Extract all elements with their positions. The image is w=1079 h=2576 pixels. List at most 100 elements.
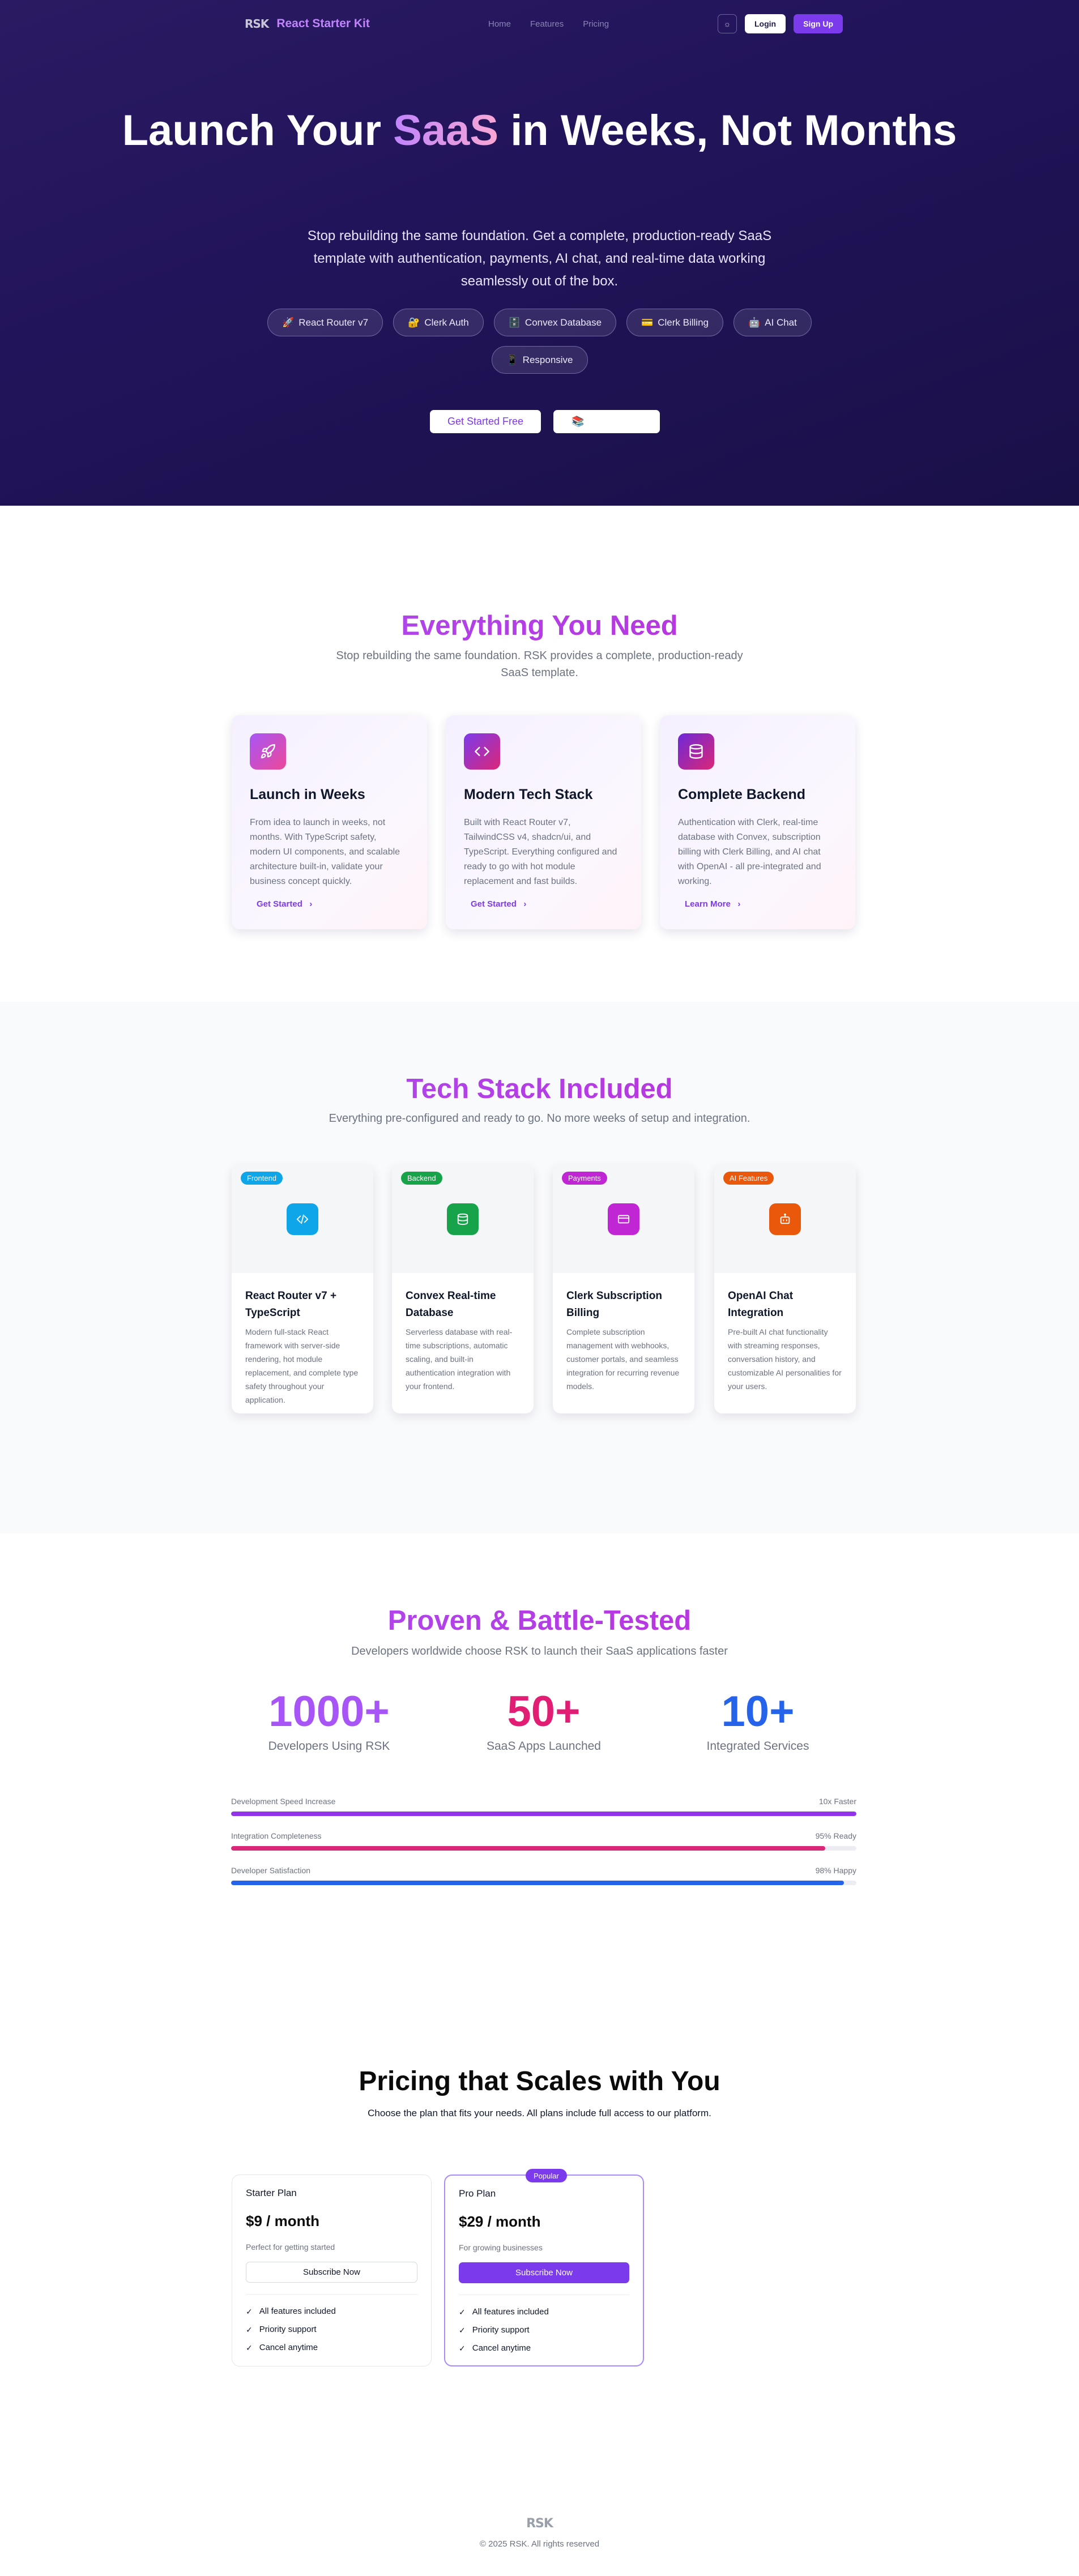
stat-value: 10+ (721, 1688, 795, 1736)
tech-desc: Complete subscription management with we… (566, 1327, 680, 1391)
plan-feature-label: Priority support (259, 2325, 317, 2334)
signup-button[interactable]: Sign Up (794, 14, 843, 33)
brand-logo[interactable]: RSK React Starter Kit (245, 17, 370, 31)
logo-mark: RSK (245, 17, 269, 31)
check-icon: ✓ (459, 2308, 466, 2317)
stat-label: Developers Using RSK (268, 1740, 390, 1753)
footer: RSK © 2025 RSK. All rights reserved (0, 2417, 1079, 2576)
tech-title: Tech Stack Included (0, 1072, 1079, 1106)
progress-track (231, 1812, 856, 1816)
feature-link[interactable]: Get Started › (471, 899, 526, 909)
login-button[interactable]: Login (745, 14, 786, 33)
hero-subtitle: Stop rebuilding the same foundation. Get… (307, 228, 772, 289)
chip-label: Responsive (522, 354, 573, 365)
copyright: © 2025 RSK. All rights reserved (479, 2539, 600, 2549)
proven-subtitle: Developers worldwide choose RSK to launc… (351, 1645, 728, 1657)
feature-card: Modern Tech Stack Built with React Route… (446, 715, 641, 929)
tech-desc: Serverless database with real-time subsc… (406, 1327, 513, 1391)
plan-card-starter: Starter Plan $9 / month Perfect for gett… (232, 2175, 432, 2366)
footer-logo[interactable]: RSK (0, 2517, 1079, 2531)
plan-card-pro: Popular Pro Plan $29 / month For growing… (444, 2169, 644, 2366)
tech-chips: 🚀 React Router v7 🔐 Clerk Auth 🗄️ Convex Da… (256, 309, 823, 374)
top-nav: RSK React Starter Kit Home Features Pric… (245, 14, 843, 34)
plan-feature-label: Cancel anytime (472, 2343, 531, 2353)
chevron-right-icon: › (305, 899, 313, 909)
chip-ai-chat: 🤖 AI Chat (733, 309, 812, 336)
database-icon: 🗄️ (508, 317, 521, 328)
plan-name: Starter Plan (246, 2188, 297, 2198)
rocket-icon: 🚀 (282, 317, 295, 328)
progress-value: 95% Ready (815, 1831, 856, 1840)
plan-name: Pro Plan (459, 2188, 496, 2199)
feature-card: Launch in Weeks From idea to launch in w… (232, 715, 427, 929)
hero-ctas: Get Started Free 📚 (430, 410, 660, 433)
chip-convex: 🗄️ Convex Database (493, 309, 617, 336)
progress-fill (231, 1812, 856, 1816)
stat-value: 50+ (507, 1688, 581, 1736)
nav-link-features[interactable]: Features (530, 19, 564, 29)
stat: 50+ SaaS Apps Launched (430, 1686, 657, 1753)
get-started-button[interactable]: Get Started Free (430, 410, 541, 433)
robot-icon: 🤖 (748, 317, 761, 328)
nav-link-pricing[interactable]: Pricing (583, 19, 609, 29)
credit-card-icon: 💳 (641, 317, 654, 328)
feature-link-label: Learn More (685, 899, 731, 909)
plan-feature: ✓ All features included (246, 2302, 417, 2321)
progress-row: Development Speed Increase 10x Faster (231, 1797, 856, 1816)
theme-toggle-button[interactable]: ☼ (718, 14, 737, 33)
plan-feature: ✓ Cancel anytime (459, 2339, 629, 2357)
tech-badge: Backend (401, 1172, 442, 1185)
progress-row: Integration Completeness 95% Ready (231, 1831, 856, 1851)
tech-card: Frontend React Router v7 + TypeScript Mo… (232, 1165, 373, 1413)
tech-desc: Modern full-stack React framework with s… (245, 1327, 359, 1404)
chip-clerk-auth: 🔐 Clerk Auth (393, 309, 484, 336)
feature-desc: Authentication with Clerk, real-time dat… (678, 818, 821, 886)
feature-name: Launch in Weeks (250, 787, 365, 802)
progress-label: Developer Satisfaction (231, 1866, 311, 1875)
progress-label: Development Speed Increase (231, 1797, 336, 1806)
pricing-subtitle: Choose the plan that fits your needs. Al… (368, 2108, 711, 2118)
plan-feature-label: All features included (472, 2307, 549, 2317)
stat-value: 1000+ (268, 1688, 390, 1736)
feature-link[interactable]: Learn More › (685, 899, 740, 909)
feature-name: Modern Tech Stack (464, 787, 593, 802)
tech-badge: AI Features (723, 1172, 774, 1185)
chip-label: AI Chat (765, 317, 797, 328)
credit-card-icon (608, 1203, 639, 1235)
chip-label: React Router v7 (298, 317, 369, 328)
stat-label: Integrated Services (706, 1740, 809, 1753)
stat-label: SaaS Apps Launched (486, 1740, 601, 1753)
check-icon: ✓ (246, 2307, 253, 2316)
code-icon (464, 733, 500, 770)
proven-section: Proven & Battle-Tested Developers worldw… (0, 1533, 1079, 1988)
plan-price: $29 / month (459, 2213, 541, 2230)
feature-desc: From idea to launch in weeks, not months… (250, 818, 400, 886)
docs-button[interactable]: 📚 (553, 410, 660, 433)
plan-desc: Perfect for getting started (246, 2242, 335, 2252)
chip-clerk-billing: 💳 Clerk Billing (626, 309, 723, 336)
subscribe-button[interactable]: Subscribe Now (459, 2262, 629, 2283)
database-icon (447, 1203, 479, 1235)
hero-title: Launch Your SaaS in Weeks, Not Months (0, 105, 1079, 156)
hero-title-accent: SaaS (393, 106, 499, 155)
progress-track (231, 1881, 856, 1885)
nav-links: Home Features Pricing (488, 19, 609, 29)
hero-title-after: in Weeks, Not Months (498, 106, 957, 155)
feature-link-label: Get Started (257, 899, 302, 909)
brand-name: React Starter Kit (276, 17, 370, 30)
tech-card-header: Backend (392, 1165, 534, 1273)
bot-icon (769, 1203, 801, 1235)
tech-card-header: Payments (553, 1165, 694, 1273)
sun-icon: ☼ (723, 19, 731, 28)
check-icon: ✓ (246, 2343, 253, 2352)
features-section: Everything You Need Stop rebuilding the … (0, 506, 1079, 1002)
tech-card: AI Features OpenAI Chat Integration Pre-… (714, 1165, 856, 1413)
feature-link[interactable]: Get Started › (257, 899, 312, 909)
nav-link-home[interactable]: Home (488, 19, 511, 29)
progress-track (231, 1846, 856, 1851)
feature-card: Complete Backend Authentication with Cle… (660, 715, 855, 929)
subscribe-button[interactable]: Subscribe Now (246, 2262, 417, 2283)
features-title: Everything You Need (0, 609, 1079, 643)
chip-responsive: 📱 Responsive (491, 346, 588, 374)
plan-features: ✓ All features included ✓ Priority support… (459, 2303, 629, 2357)
